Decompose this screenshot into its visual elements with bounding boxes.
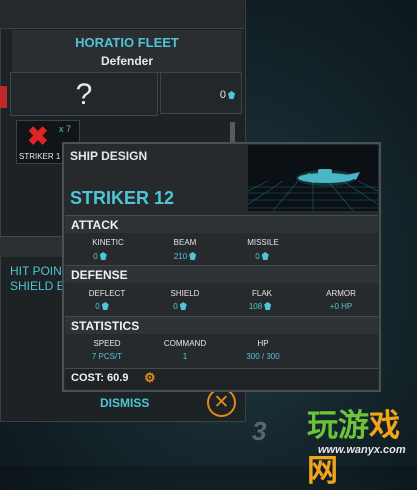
stat-label-speed: SPEED xyxy=(93,339,121,348)
stat-label-deflect: DEFLECT xyxy=(88,289,126,298)
stat-label-armor: ARMOR xyxy=(326,289,356,298)
question-icon: ? xyxy=(75,78,93,111)
hit-points-label: HIT POIN xyxy=(10,264,62,278)
credit-slot: 0 xyxy=(160,72,242,114)
stat-label-missile: MISSILE xyxy=(247,238,279,247)
ship-quantity: x 7 xyxy=(59,124,72,134)
stat-value-hp: 300 / 300 xyxy=(246,352,280,361)
fleet-name: HORATIO FLEET xyxy=(75,35,179,50)
watermark-number: 3 xyxy=(252,416,267,446)
stat-value-armor: +0 HP xyxy=(329,302,353,311)
unknown-slot[interactable]: ? xyxy=(10,72,158,116)
dust-gem-icon xyxy=(264,302,272,310)
fleet-header: HORATIO FLEET Defender xyxy=(12,30,242,73)
defense-heading: DEFENSE xyxy=(71,268,128,282)
credit-gem-icon xyxy=(228,91,235,99)
stat-value-kinetic: 0 xyxy=(70,252,130,261)
dust-gem-icon xyxy=(99,252,107,260)
destroyed-x-icon: ✖ xyxy=(27,121,49,151)
stat-value-speed: 7 PCS/T xyxy=(91,352,123,361)
dismiss-button[interactable]: DISMISS xyxy=(100,396,149,410)
dust-gem-icon xyxy=(189,252,197,260)
top-bar xyxy=(0,0,244,29)
alert-tab[interactable] xyxy=(0,86,7,108)
defense-section-header: DEFENSE xyxy=(65,265,378,283)
ship-card-name: STRIKER 1 xyxy=(19,152,61,161)
dust-gem-icon xyxy=(179,302,187,310)
section-strip xyxy=(0,236,62,257)
watermark-url: www.wanyx.com xyxy=(318,444,406,456)
dust-gem-icon xyxy=(101,302,109,310)
gear-icon: ⚙ xyxy=(144,370,156,385)
stat-label-shield: SHIELD xyxy=(170,289,200,298)
stat-label-kinetic: KINETIC xyxy=(92,238,124,247)
statistics-section-header: STATISTICS xyxy=(65,316,378,334)
stat-value-command: 1 xyxy=(182,352,188,361)
design-name: STRIKER 12 xyxy=(70,188,175,208)
stat-label-hp: HP xyxy=(257,339,269,348)
dust-gem-icon xyxy=(261,252,269,260)
stat-value-shield: 0 xyxy=(150,302,210,311)
stat-label-command: COMMAND xyxy=(163,339,207,348)
close-icon[interactable]: ✕ xyxy=(207,388,236,417)
stat-value-beam: 210 xyxy=(155,252,215,261)
ship-preview-image xyxy=(248,145,378,211)
stat-label-beam: BEAM xyxy=(173,238,197,247)
credit-value: 0 xyxy=(219,89,226,101)
stat-value-deflect: 0 xyxy=(72,302,132,311)
tooltip-title: SHIP DESIGN xyxy=(70,149,148,163)
cost-row: COST: 60.9 ⚙ xyxy=(65,368,378,389)
statistics-heading: STATISTICS xyxy=(71,319,140,333)
shield-label: SHIELD E xyxy=(10,279,65,293)
stat-value-flak: 108 xyxy=(230,302,290,311)
stat-label-flak: FLAK xyxy=(251,289,272,298)
attack-section-header: ATTACK xyxy=(65,215,378,233)
attack-heading: ATTACK xyxy=(71,218,119,232)
fleet-role: Defender xyxy=(100,54,153,68)
cost-label: COST: 60.9 xyxy=(71,372,129,384)
stat-value-missile: 0 xyxy=(232,252,292,261)
